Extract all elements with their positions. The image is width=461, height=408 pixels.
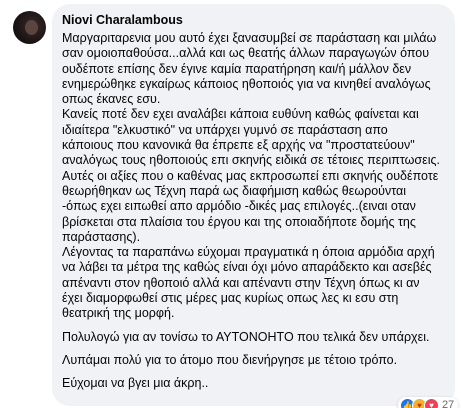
comment-line: βρίσκεται στα πλαίσια του έργου και της … bbox=[62, 214, 416, 229]
avatar-face bbox=[25, 20, 38, 35]
comment-line: παράστασης). bbox=[62, 229, 141, 244]
comment-line: απέναντι στον ηθοποιό αλλά και απέναντι … bbox=[62, 275, 420, 290]
avatar[interactable] bbox=[13, 11, 46, 44]
comment-line: Μαργαριταρενια μου αυτό έχει ξανασυμβεί … bbox=[62, 31, 437, 45]
comment-line: κάποιους που κανονικά θα έπρεπε εξ αρχής… bbox=[62, 138, 415, 153]
comment-line: Πολυλογώ για αν τονίσω το ΑΥΤΟΝΟΗΤΟ που … bbox=[62, 329, 430, 344]
reactions-summary[interactable]: 👍 ♥ ♥ 27 bbox=[398, 397, 459, 408]
comment-line: Εύχομαι να βγει μια άκρη.. bbox=[62, 376, 209, 391]
comment-line: -όπως εχει ειπωθεί απο αρμόδιο -δικές μα… bbox=[62, 199, 416, 214]
comment-line: οπως έκανες εσυ. bbox=[62, 92, 161, 107]
comment-line: Λυπάμαι πολύ για το άτομο που διενήργησε… bbox=[62, 352, 398, 367]
reaction-count: 27 bbox=[442, 399, 455, 408]
comment-line: Αυτές οι αξίες που ο καθένας μας εκπροσω… bbox=[62, 168, 439, 183]
comment-text: Μαργαριταρενια μου αυτό έχει ξανασυμβεί … bbox=[62, 31, 450, 392]
comment-line: έχει διαμορφωθεί στις μέρες μας κυρίως ο… bbox=[62, 291, 399, 306]
comment: Niovi Charalambous Μαργαριταρενια μου αυ… bbox=[0, 0, 461, 408]
comment-line: να λάβει τα μέτρα της καθώς είναι όχι μό… bbox=[62, 260, 432, 275]
comment-line: Λέγοντας τα παραπάνω εύχομαι πραγματικά … bbox=[62, 245, 435, 260]
comment-line: ιδιαίτερα "ελκυστικό" να υπάρχει γυμνό σ… bbox=[62, 122, 388, 137]
comment-line: σαν ομοιοπαθούσα...αλλά και ως θεατής άλ… bbox=[62, 46, 430, 61]
comment-line: ουδέποτε επίσης δεν έγινε καμία παρατήρη… bbox=[62, 61, 412, 76]
love-icon: ♥ bbox=[424, 397, 439, 408]
comment-line: θεατρική της μορφή. bbox=[62, 306, 175, 321]
comment-line: θεωρήθηκαν ως Τέχνη παρά ως διαφήμιση κα… bbox=[62, 183, 407, 198]
comment-line: ενημερώθηκε εγκαίρως κάποιος ηθοποιός γι… bbox=[62, 76, 431, 91]
comment-line: αναλόγως τους ηθοποιούς επι σκηνής ειδικ… bbox=[62, 153, 440, 168]
comment-line: Κανείς ποτέ δεν εχει αναλάβει κάποια ευθ… bbox=[62, 107, 419, 122]
comment-author[interactable]: Niovi Charalambous bbox=[62, 13, 183, 27]
